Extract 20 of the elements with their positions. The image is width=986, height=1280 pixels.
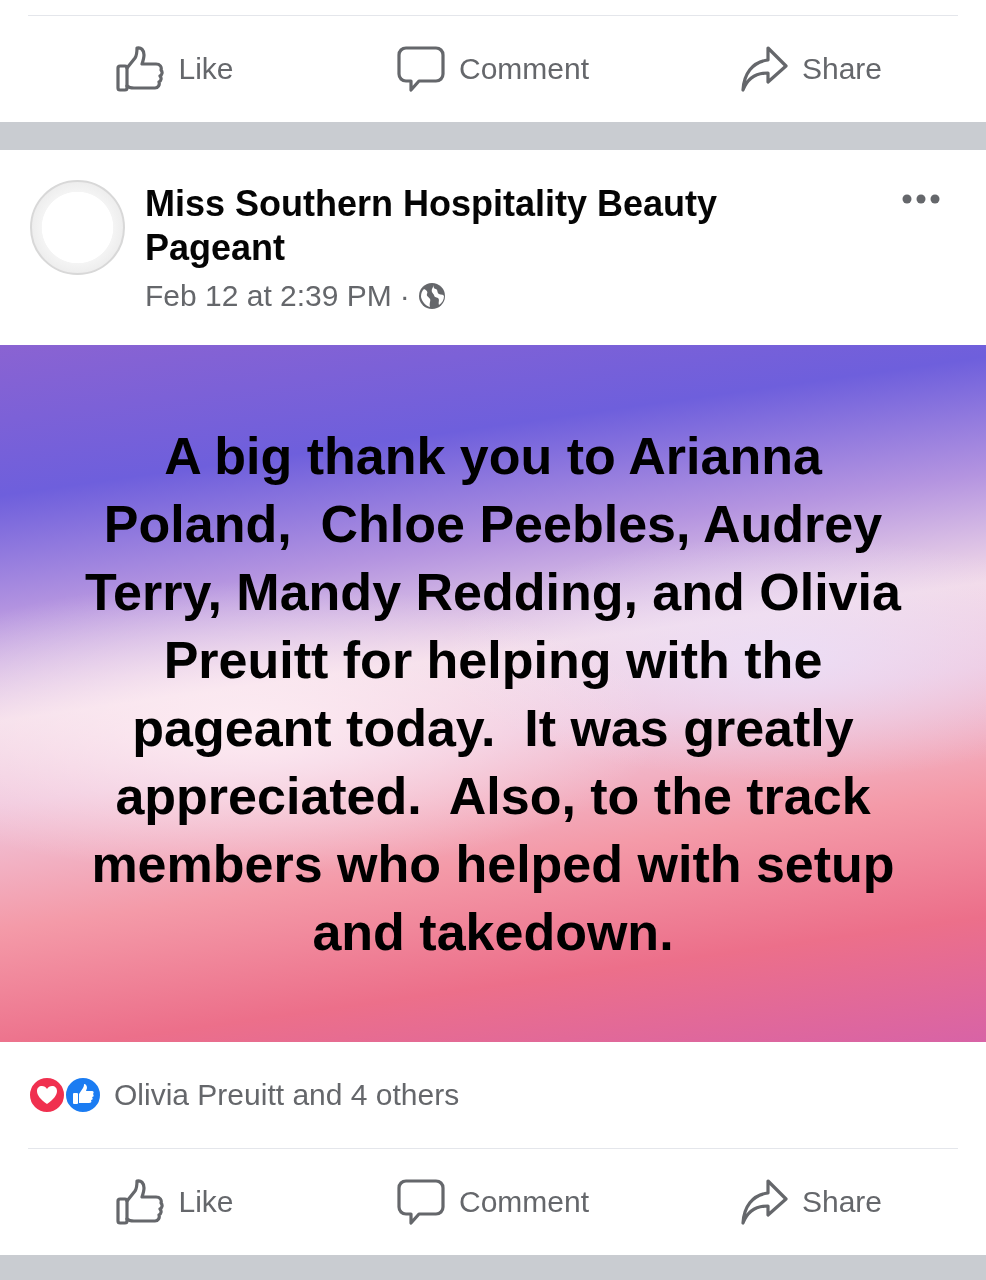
more-options-icon[interactable] <box>902 194 940 204</box>
like-button[interactable]: Like <box>110 1174 240 1230</box>
comment-button[interactable]: Comment <box>390 1174 595 1230</box>
share-arrow-icon <box>739 1178 788 1226</box>
share-button[interactable]: Share <box>733 1174 889 1230</box>
reaction-summary[interactable]: Olivia Preuitt and 4 others <box>114 1078 460 1112</box>
thumbs-up-icon <box>116 45 165 93</box>
like-button[interactable]: Like <box>110 41 240 97</box>
post-timestamp[interactable]: Feb 12 at 2:39 PM <box>145 278 392 314</box>
share-button[interactable]: Share <box>733 41 889 97</box>
share-arrow-icon <box>739 45 788 93</box>
heart-reaction-icon <box>28 1076 66 1114</box>
thumbs-up-reaction-icon <box>64 1076 102 1114</box>
post-text: A big thank you to Arianna Poland, Chloe Peebles, Audrey Terry, Mandy Redding, and Olivia Preuitt for helping with the pageant today. It was greatly appreciated. Also, to the track members who helped with setup and takedown. <box>84 425 903 963</box>
comment-button[interactable]: Comment <box>390 41 595 97</box>
thumbs-up-icon <box>116 1178 165 1226</box>
speech-bubble-icon <box>396 45 445 93</box>
page-name[interactable]: Miss Southern Hospitality Beauty Pageant <box>145 182 745 270</box>
speech-bubble-icon <box>396 1178 445 1226</box>
separator-dot: · <box>399 278 410 314</box>
